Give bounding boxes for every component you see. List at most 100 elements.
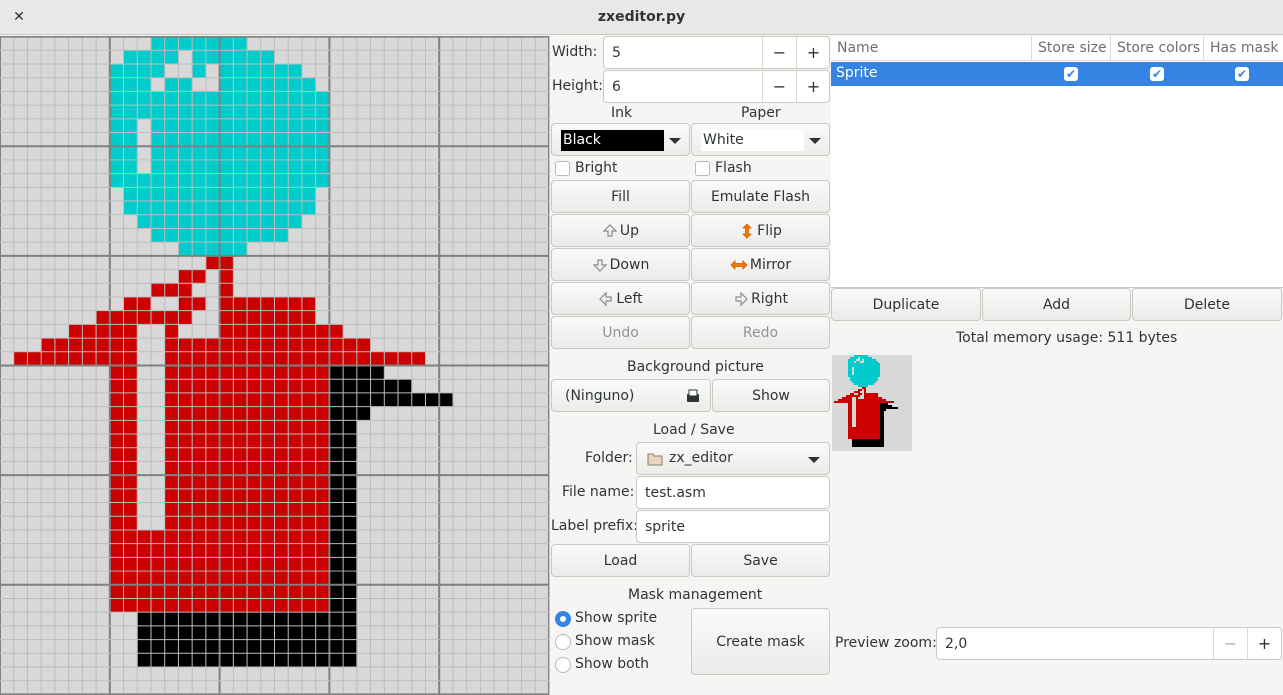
sprite-pixel[interactable] [109, 91, 124, 106]
sprite-pixel[interactable] [219, 461, 234, 476]
sprite-pixel[interactable] [109, 406, 124, 421]
sprite-pixel[interactable] [343, 529, 358, 544]
sprite-pixel[interactable] [96, 338, 111, 353]
sprite-pixel[interactable] [329, 338, 344, 353]
sprite-pixel[interactable] [219, 296, 234, 311]
sprite-pixel[interactable] [219, 502, 234, 517]
sprite-pixel[interactable] [384, 351, 399, 366]
sprite-pixel[interactable] [247, 296, 262, 311]
sprite-pixel[interactable] [260, 461, 275, 476]
sprite-pixel[interactable] [315, 571, 330, 586]
sprite-pixel[interactable] [164, 173, 179, 188]
sprite-canvas[interactable] [0, 36, 550, 695]
sprite-pixel[interactable] [233, 36, 248, 51]
sprite-pixel[interactable] [260, 392, 275, 407]
sprite-pixel[interactable] [192, 132, 207, 147]
sprite-pixel[interactable] [301, 406, 316, 421]
sprite-pixel[interactable] [356, 365, 371, 380]
sprite-pixel[interactable] [137, 653, 152, 668]
sprite-pixel[interactable] [274, 502, 289, 517]
sprite-pixel[interactable] [164, 612, 179, 627]
sprite-pixel[interactable] [178, 488, 193, 503]
sprite-pixel[interactable] [260, 77, 275, 92]
sprite-pixel[interactable] [150, 118, 165, 133]
sprite-pixel[interactable] [343, 488, 358, 503]
sprite-pixel[interactable] [219, 529, 234, 544]
sprite-pixel[interactable] [343, 584, 358, 599]
down-button[interactable]: Down [551, 248, 690, 281]
sprite-pixel[interactable] [370, 351, 385, 366]
sprite-pixel[interactable] [247, 406, 262, 421]
sprite-pixel[interactable] [178, 159, 193, 174]
sprite-pixel[interactable] [96, 324, 111, 339]
sprite-pixel[interactable] [219, 132, 234, 147]
sprite-pixel[interactable] [329, 392, 344, 407]
sprite-pixel[interactable] [329, 557, 344, 572]
sprite-pixel[interactable] [288, 406, 303, 421]
sprite-pixel[interactable] [233, 653, 248, 668]
sprite-pixel[interactable] [219, 406, 234, 421]
sprite-pixel[interactable] [109, 557, 124, 572]
sprite-pixel[interactable] [123, 173, 138, 188]
sprite-pixel[interactable] [178, 77, 193, 92]
sprite-pixel[interactable] [233, 543, 248, 558]
sprite-pixel[interactable] [109, 461, 124, 476]
sprite-pixel[interactable] [164, 434, 179, 449]
sprite-pixel[interactable] [123, 132, 138, 147]
sprite-pixel[interactable] [150, 283, 165, 298]
sprite-pixel[interactable] [343, 447, 358, 462]
sprite-pixel[interactable] [274, 557, 289, 572]
sprite-pixel[interactable] [343, 557, 358, 572]
paper-combo[interactable]: White [691, 123, 830, 156]
sprite-pixel[interactable] [164, 338, 179, 353]
sprite-pixel[interactable] [150, 214, 165, 229]
sprite-pixel[interactable] [82, 338, 97, 353]
sprite-pixel[interactable] [315, 132, 330, 147]
sprite-pixel[interactable] [329, 625, 344, 640]
sprite-pixel[interactable] [123, 324, 138, 339]
sprite-pixel[interactable] [288, 571, 303, 586]
sprite-pixel[interactable] [109, 598, 124, 613]
sprite-pixel[interactable] [150, 557, 165, 572]
sprite-pixel[interactable] [288, 461, 303, 476]
sprite-pixel[interactable] [164, 625, 179, 640]
sprite-pixel[interactable] [219, 639, 234, 654]
sprite-pixel[interactable] [41, 351, 56, 366]
store-colors-checkbox[interactable]: ✔ [1150, 67, 1164, 81]
sprite-pixel[interactable] [233, 118, 248, 133]
sprite-pixel[interactable] [205, 502, 220, 517]
sprite-pixel[interactable] [178, 228, 193, 243]
sprite-pixel[interactable] [233, 529, 248, 544]
sprite-pixel[interactable] [123, 105, 138, 120]
sprite-pixel[interactable] [233, 159, 248, 174]
sprite-pixel[interactable] [233, 132, 248, 147]
sprite-pixel[interactable] [315, 392, 330, 407]
sprite-pixel[interactable] [123, 392, 138, 407]
sprite-pixel[interactable] [178, 91, 193, 106]
sprite-pixel[interactable] [68, 324, 83, 339]
sprite-pixel[interactable] [288, 379, 303, 394]
sprite-pixel[interactable] [288, 639, 303, 654]
sprite-pixel[interactable] [329, 612, 344, 627]
sprite-pixel[interactable] [233, 146, 248, 161]
sprite-pixel[interactable] [150, 543, 165, 558]
mirror-button[interactable]: Mirror [691, 248, 830, 281]
sprite-pixel[interactable] [329, 324, 344, 339]
sprite-pixel[interactable] [137, 543, 152, 558]
sprite-pixel[interactable] [301, 105, 316, 120]
sprite-pixel[interactable] [233, 201, 248, 216]
sprite-pixel[interactable] [315, 159, 330, 174]
sprite-pixel[interactable] [109, 543, 124, 558]
sprite-pixel[interactable] [247, 338, 262, 353]
duplicate-button[interactable]: Duplicate [831, 288, 981, 321]
sprite-pixel[interactable] [109, 324, 124, 339]
sprite-pixel[interactable] [274, 324, 289, 339]
sprite-pixel[interactable] [178, 571, 193, 586]
sprite-pixel[interactable] [178, 105, 193, 120]
sprite-pixel[interactable] [178, 36, 193, 51]
sprite-pixel[interactable] [247, 310, 262, 325]
delete-button[interactable]: Delete [1132, 288, 1282, 321]
sprite-pixel[interactable] [137, 105, 152, 120]
sprite-pixel[interactable] [150, 653, 165, 668]
sprite-pixel[interactable] [178, 502, 193, 517]
